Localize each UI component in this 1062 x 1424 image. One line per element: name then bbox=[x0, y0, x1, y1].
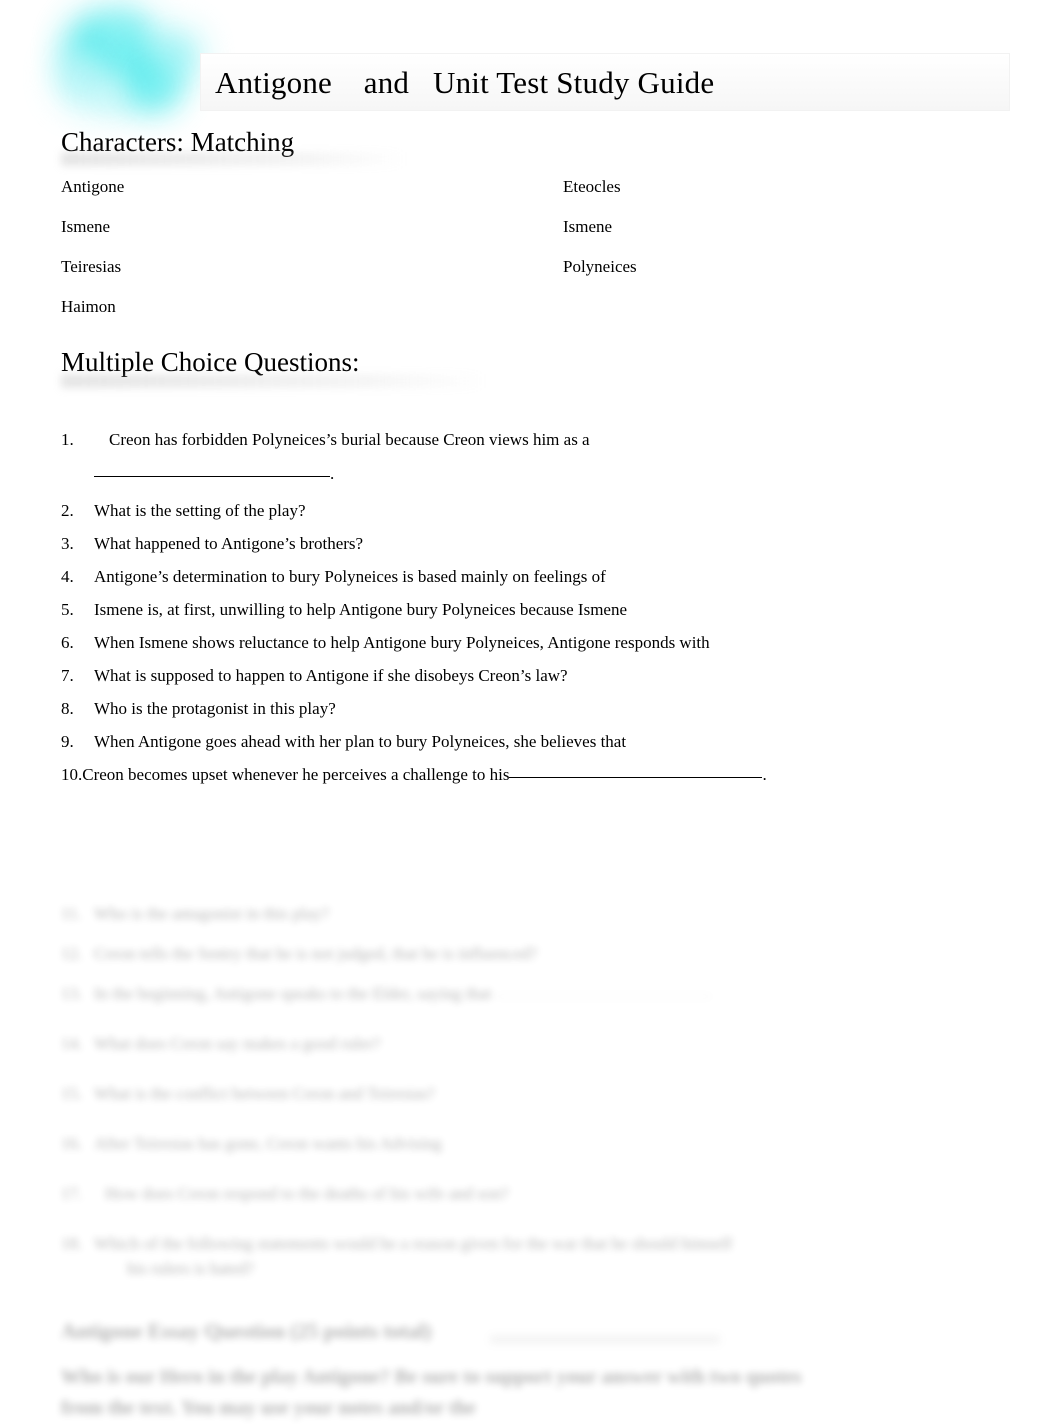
question-number: 7. bbox=[61, 665, 74, 685]
question-number: 9. bbox=[61, 731, 74, 751]
answer-blank-line[interactable] bbox=[94, 475, 330, 477]
character-item: Polyneices bbox=[563, 257, 637, 277]
characters-heading: Characters: Matching bbox=[61, 127, 295, 157]
question-number: 11. bbox=[61, 904, 82, 923]
essay-question-heading: Antigone Essay Question (25 points total… bbox=[0, 1319, 1062, 1344]
blank-suffix: . bbox=[762, 764, 767, 784]
question-row: 9. When Antigone goes ahead with her pla… bbox=[61, 733, 1010, 750]
question-number: 16. bbox=[61, 1134, 83, 1153]
essay-question-body: Who is our Hero in the play Antigone? Be… bbox=[61, 1366, 802, 1419]
question-number: 15. bbox=[61, 1084, 83, 1103]
question-row: 18. Which of the following statements wo… bbox=[61, 1235, 1010, 1252]
character-item: Haimon bbox=[61, 297, 116, 317]
question-row: 11. Who is the antagonist in this play? bbox=[61, 905, 1010, 922]
question-answer-blank[interactable]: . bbox=[61, 465, 1010, 482]
question-row: 2. What is the setting of the play? bbox=[61, 502, 1010, 519]
question-number: 17. bbox=[61, 1184, 83, 1203]
watercolor-splash-logo-icon bbox=[52, 2, 212, 120]
question-text: After Teiresias has gone, Creon wants hi… bbox=[94, 1134, 442, 1153]
question-row: 13. In the beginning, Antigone speaks to… bbox=[61, 985, 1010, 1002]
question-text: What is the setting of the play? bbox=[94, 500, 306, 520]
characters-left-column: Antigone Ismene Teiresias Haimon bbox=[61, 178, 124, 338]
document-title-box: Antigone and Unit Test Study Guide bbox=[200, 53, 1010, 111]
essay-heading-rule bbox=[490, 1335, 720, 1344]
question-row: 17. How does Creon respond to the deaths… bbox=[61, 1185, 1010, 1202]
question-text: Creon has forbidden Polyneices’s burial … bbox=[109, 429, 590, 449]
character-item: Teiresias bbox=[61, 257, 122, 277]
question-text: Who is the protagonist in this play? bbox=[94, 698, 336, 718]
obscured-question-list: 11. Who is the antagonist in this play? … bbox=[0, 905, 1062, 1277]
page-title: Antigone and Unit Test Study Guide bbox=[215, 64, 715, 100]
question-row: 14. What does Creon say makes a good rul… bbox=[61, 1035, 1010, 1052]
question-row: 4. Antigone’s determination to bury Poly… bbox=[61, 568, 1010, 585]
blank-suffix: . bbox=[330, 463, 335, 483]
question-number: 5. bbox=[61, 599, 74, 619]
question-number: 6. bbox=[61, 632, 74, 652]
question-number: 14. bbox=[61, 1034, 83, 1053]
character-item: Eteocles bbox=[563, 177, 621, 197]
question-text: Creon tells the Sentry that he is not ju… bbox=[94, 944, 538, 963]
characters-matching-columns: Antigone Ismene Teiresias Haimon Eteocle… bbox=[0, 178, 1062, 338]
question-row: 10.Creon becomes upset whenever he perce… bbox=[61, 766, 1010, 783]
question-text: How does Creon respond to the deaths of … bbox=[105, 1184, 509, 1203]
character-item: Ismene bbox=[61, 217, 111, 237]
question-row: 5. Ismene is, at first, unwilling to hel… bbox=[61, 601, 1010, 618]
essay-heading-text: Antigone Essay Question (25 points total… bbox=[61, 1319, 432, 1343]
question-row: 6. When Ismene shows reluctance to help … bbox=[61, 634, 1010, 651]
question-text: What does Creon say makes a good ruler? bbox=[94, 1034, 381, 1053]
question-row: 15. What is the conflict between Creon a… bbox=[61, 1085, 1010, 1102]
question-number: 8. bbox=[61, 698, 74, 718]
question-row: 7. What is supposed to happen to Antigon… bbox=[61, 667, 1010, 684]
question-number: 13. bbox=[61, 984, 83, 1003]
question-text: Which of the following statements would … bbox=[94, 1234, 733, 1253]
character-item: Antigone bbox=[61, 177, 125, 197]
question-number: 12. bbox=[61, 944, 83, 963]
question-continuation: his rulers is hated? bbox=[61, 1260, 1010, 1277]
question-row: 1. Creon has forbidden Polyneices’s buri… bbox=[61, 431, 1010, 448]
question-text: What is supposed to happen to Antigone i… bbox=[94, 665, 568, 685]
document-body: Characters: Matching Antigone Ismene Tei… bbox=[0, 128, 1062, 799]
multiple-choice-section: Multiple Choice Questions: 1. Creon has … bbox=[0, 347, 1062, 783]
characters-section: Characters: Matching Antigone Ismene Tei… bbox=[0, 128, 1062, 338]
question-number: 4. bbox=[61, 566, 74, 586]
question-text: In the beginning, Antigone speaks to the… bbox=[94, 984, 492, 1003]
multiple-choice-list: 1. Creon has forbidden Polyneices’s buri… bbox=[0, 431, 1062, 783]
question-row: 12. Creon tells the Sentry that he is no… bbox=[61, 945, 1010, 962]
question-text: Who is the antagonist in this play? bbox=[94, 904, 330, 923]
obscured-lower-section: 11. Who is the antagonist in this play? … bbox=[0, 905, 1062, 1424]
question-row: 3. What happened to Antigone’s brothers? bbox=[61, 535, 1010, 552]
question-number: 10. bbox=[61, 764, 83, 784]
answer-blank-line[interactable] bbox=[495, 995, 711, 997]
question-text: Creon becomes upset whenever he perceive… bbox=[82, 764, 510, 784]
page-header: Antigone and Unit Test Study Guide bbox=[0, 0, 1062, 128]
question-row: 8. Who is the protagonist in this play? bbox=[61, 700, 1010, 717]
question-continuation-text: his rulers is hated? bbox=[127, 1259, 254, 1278]
question-number: 1. bbox=[61, 429, 74, 449]
question-row: 16. After Teiresias has gone, Creon want… bbox=[61, 1135, 1010, 1152]
question-number: 18. bbox=[61, 1234, 83, 1253]
character-item: Ismene bbox=[563, 217, 613, 237]
question-number: 3. bbox=[61, 533, 74, 553]
question-text: When Ismene shows reluctance to help Ant… bbox=[94, 632, 710, 652]
multiple-choice-heading: Multiple Choice Questions: bbox=[61, 347, 360, 378]
question-text: Antigone’s determination to bury Polynei… bbox=[94, 566, 606, 586]
question-text: Ismene is, at first, unwilling to help A… bbox=[94, 599, 628, 619]
characters-right-column: Eteocles Ismene Polyneices bbox=[563, 178, 637, 298]
answer-blank-line[interactable] bbox=[509, 776, 763, 778]
question-number: 2. bbox=[61, 500, 74, 520]
question-text: What is the conflict between Creon and T… bbox=[94, 1084, 435, 1103]
question-text: What happened to Antigone’s brothers? bbox=[94, 533, 364, 553]
question-text: When Antigone goes ahead with her plan t… bbox=[94, 731, 627, 751]
